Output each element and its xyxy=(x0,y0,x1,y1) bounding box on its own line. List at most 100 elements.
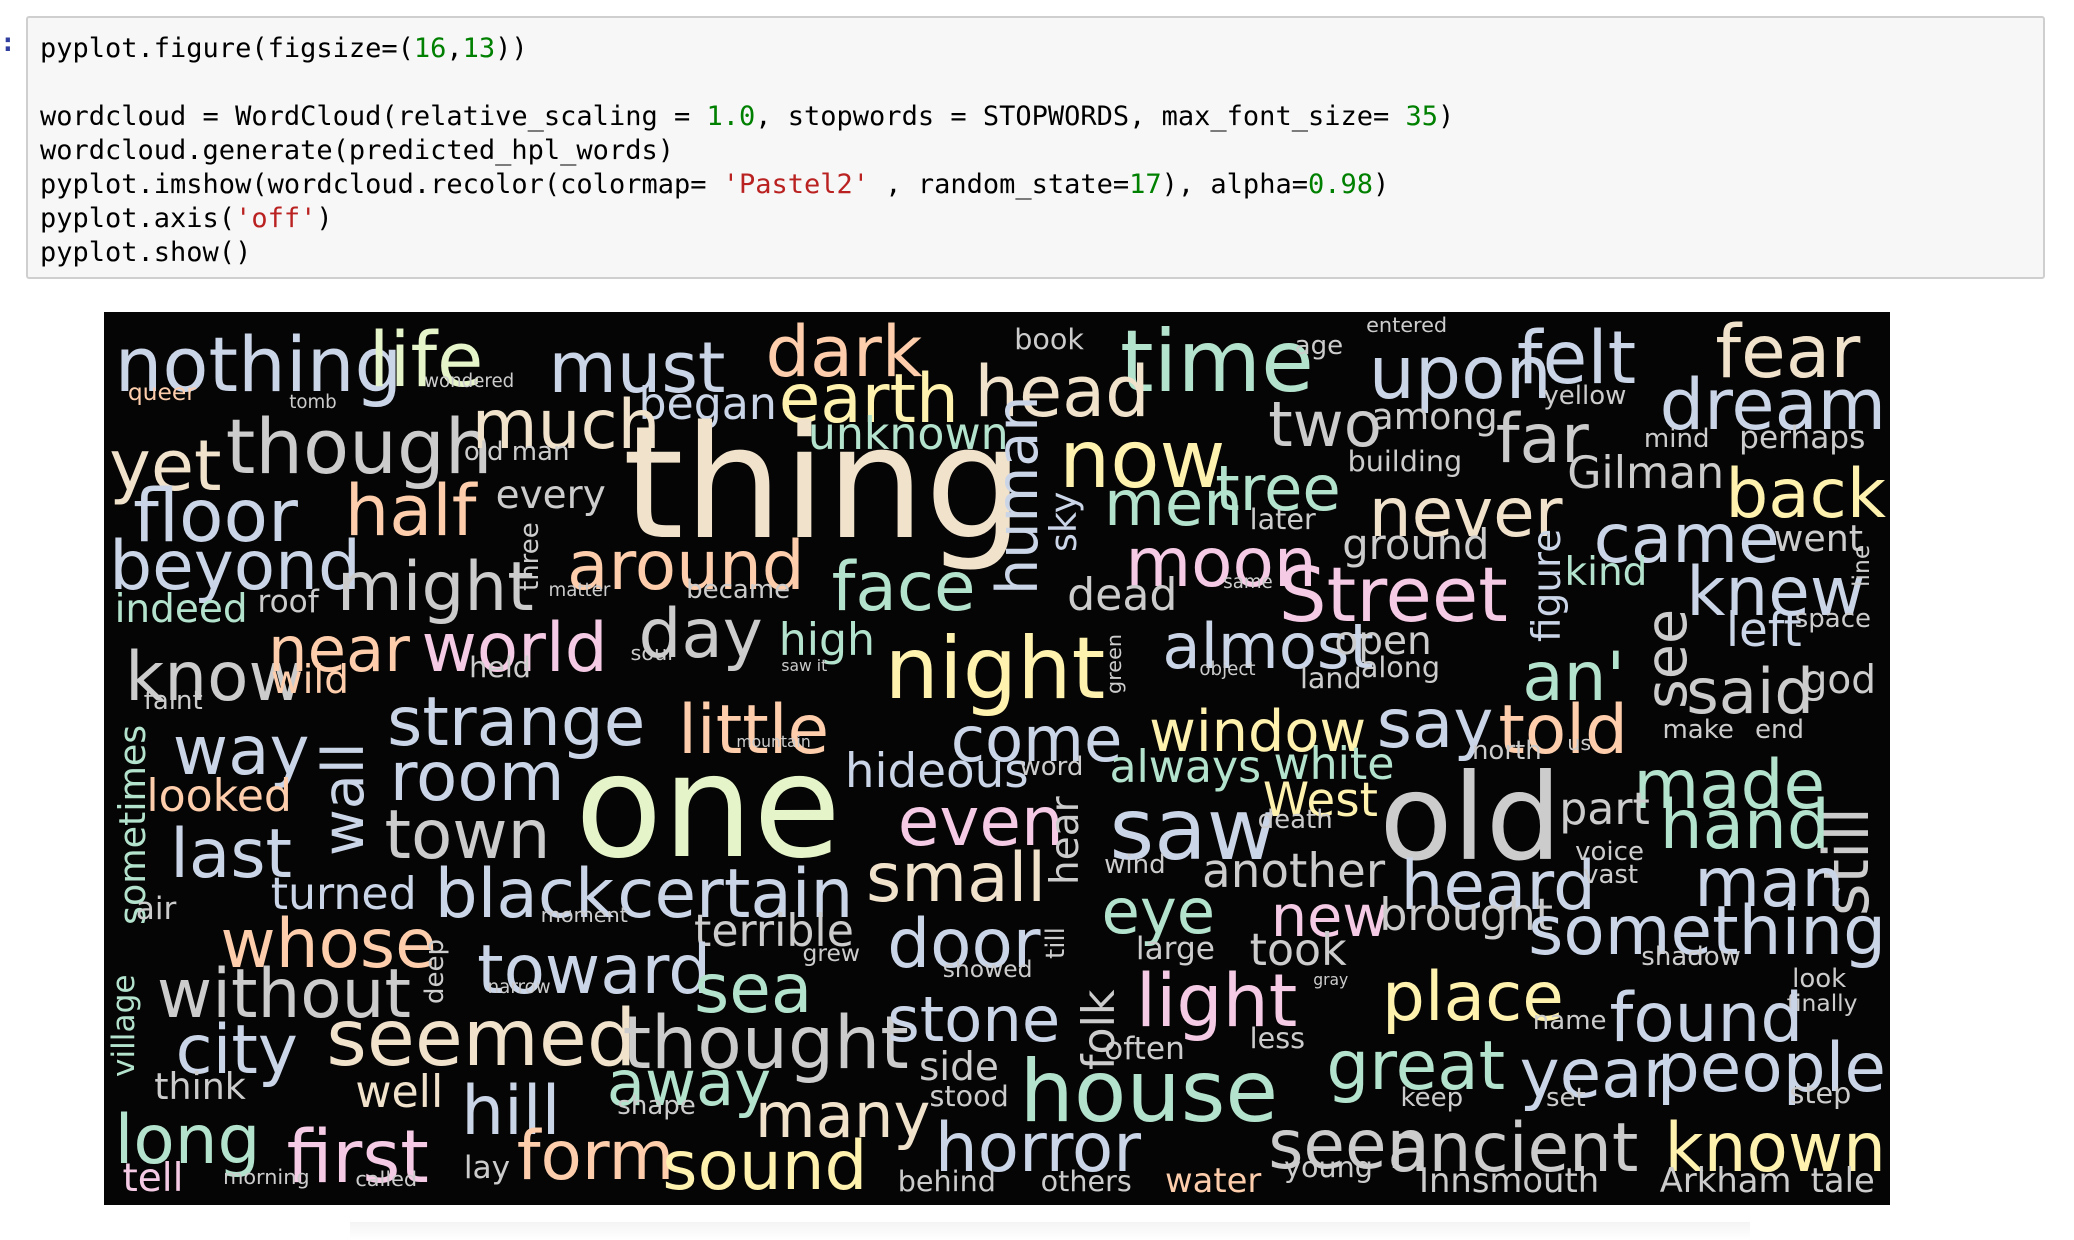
wordcloud-word: part xyxy=(1559,784,1650,836)
wordcloud-word: hear xyxy=(1042,796,1088,885)
code-number: 35 xyxy=(1405,101,1438,132)
wordcloud-word: form xyxy=(516,1115,675,1195)
code-line: pyplot.show() xyxy=(40,236,2043,270)
wordcloud-word: sky xyxy=(1041,491,1085,552)
wordcloud-word: step xyxy=(1789,1076,1852,1111)
wordcloud-word: kind xyxy=(1564,549,1648,595)
code-token: ) xyxy=(316,203,333,234)
wordcloud-word: human xyxy=(985,395,1052,596)
wordcloud-word: dead xyxy=(1067,569,1178,621)
wordcloud-word: Innsmouth xyxy=(1419,1160,1600,1200)
wordcloud-word: soul xyxy=(630,640,674,665)
wordcloud-word: tale xyxy=(1810,1160,1875,1200)
wordcloud-word: green xyxy=(1102,633,1127,694)
wordcloud-word: water xyxy=(1165,1160,1262,1200)
wordcloud-word: wild xyxy=(270,658,350,704)
wordcloud-word: queer xyxy=(127,377,196,406)
wordcloud-word: object xyxy=(1199,659,1256,681)
code-line: wordcloud = WordCloud(relative_scaling =… xyxy=(40,100,2043,134)
wordcloud-word: name xyxy=(1532,1005,1607,1036)
wordcloud-word: till xyxy=(1041,926,1072,959)
wordcloud-word: young xyxy=(1284,1150,1373,1185)
code-token: , xyxy=(446,33,463,64)
wordcloud-word: faint xyxy=(143,685,203,716)
wordcloud-word: year xyxy=(1519,1033,1671,1113)
wordcloud-word: line xyxy=(1847,544,1876,587)
output-divider xyxy=(350,1222,1750,1240)
wordcloud-word: people xyxy=(1656,1028,1886,1108)
wordcloud-word: showed xyxy=(942,954,1033,983)
code-token: pyplot.axis( xyxy=(40,203,236,234)
wordcloud-word: tell xyxy=(122,1155,184,1201)
code-line: wordcloud.generate(predicted_hpl_words) xyxy=(40,134,2043,168)
wordcloud-word: sound xyxy=(662,1126,868,1205)
wordcloud-word: wall xyxy=(310,742,377,857)
code-string: 'Pastel2' xyxy=(722,169,870,200)
code-token: pyplot.show() xyxy=(40,237,252,268)
wordcloud-word: book xyxy=(1014,322,1084,357)
wordcloud-word: age xyxy=(1294,331,1344,362)
cell-prompt-marker: : xyxy=(0,28,16,58)
wordcloud-word: same xyxy=(1223,571,1273,593)
wordcloud-image: nothing life must dark book time age entered upo… xyxy=(104,312,1890,1205)
code-number: 13 xyxy=(462,33,496,64)
wordcloud-word: Arkham xyxy=(1659,1160,1792,1200)
wordcloud-word: lay xyxy=(463,1150,511,1187)
wordcloud-word: saw it xyxy=(781,656,828,675)
code-number: 16 xyxy=(413,33,447,64)
code-token: wordcloud.generate(predicted_hpl_words) xyxy=(40,135,674,166)
code-token: pyplot.imshow(wordcloud.recolor(colormap… xyxy=(40,169,723,200)
wordcloud-word: indeed xyxy=(114,586,248,632)
wordcloud-word: half xyxy=(344,470,477,553)
wordcloud-word: perhaps xyxy=(1739,420,1866,457)
code-token: , stopwords = STOPWORDS, max_font_size= xyxy=(755,101,1406,132)
wordcloud-word: seemed xyxy=(326,993,637,1084)
code-number: 0.98 xyxy=(1307,169,1373,200)
wordcloud-word: stood xyxy=(929,1078,1009,1113)
code-token: ), alpha= xyxy=(1161,169,1308,200)
code-number: 1.0 xyxy=(706,101,756,132)
wordcloud-word: gray xyxy=(1313,971,1349,990)
wordcloud-word: well xyxy=(355,1067,444,1119)
code-token: pyplot.figure(figsize=( xyxy=(40,33,414,64)
code-cell[interactable]: pyplot.figure(figsize=(16,13)) wordcloud … xyxy=(26,16,2045,279)
wordcloud-word: space xyxy=(1794,603,1872,634)
wordcloud-word: small xyxy=(866,837,1047,917)
wordcloud-word: building xyxy=(1347,443,1463,478)
wordcloud-word: figure xyxy=(1524,529,1570,643)
code-token: wordcloud = WordCloud(relative_scaling = xyxy=(40,101,707,132)
wordcloud-word: brought xyxy=(1379,890,1553,942)
code-string: 'off' xyxy=(235,203,317,234)
wordcloud-word: make xyxy=(1662,714,1734,745)
wordcloud-word: land xyxy=(1299,660,1362,695)
wordcloud-word: along xyxy=(1360,650,1441,685)
wordcloud-word: three xyxy=(514,522,545,592)
wordcloud-word: vast xyxy=(1583,860,1639,891)
wordcloud-word: among xyxy=(1371,395,1498,439)
wordcloud-word: word xyxy=(1019,751,1084,782)
wordcloud-word: morning xyxy=(223,1164,310,1189)
wordcloud-word: every xyxy=(495,473,606,519)
wordcloud-word: behind xyxy=(897,1163,996,1198)
wordcloud-word: us xyxy=(1567,730,1592,755)
wordcloud-output: nothing life must dark book time age entered upo… xyxy=(104,312,1890,1205)
wordcloud-word: night xyxy=(884,618,1106,719)
wordcloud-word: Gilman xyxy=(1567,448,1725,500)
wordcloud-word: shape xyxy=(617,1090,696,1121)
wordcloud-word: looked xyxy=(146,771,292,823)
wordcloud-word: held xyxy=(469,650,531,685)
code-token: ) xyxy=(1438,101,1455,132)
code-line: pyplot.axis('off') xyxy=(40,202,2043,236)
wordcloud-word: god xyxy=(1802,658,1877,704)
wordcloud-word: called xyxy=(355,1167,418,1192)
wordcloud-word: village xyxy=(106,974,143,1078)
code-token: ) xyxy=(1373,169,1390,200)
wordcloud-word: wind xyxy=(1104,849,1166,880)
wordcloud-word: others xyxy=(1040,1163,1132,1198)
code-line: pyplot.imshow(wordcloud.recolor(colormap… xyxy=(40,168,2043,202)
wordcloud-word: shadow xyxy=(1641,942,1741,973)
wordcloud-word: moment xyxy=(540,902,628,927)
wordcloud-word: matter xyxy=(548,579,611,601)
wordcloud-word: air xyxy=(135,891,177,928)
